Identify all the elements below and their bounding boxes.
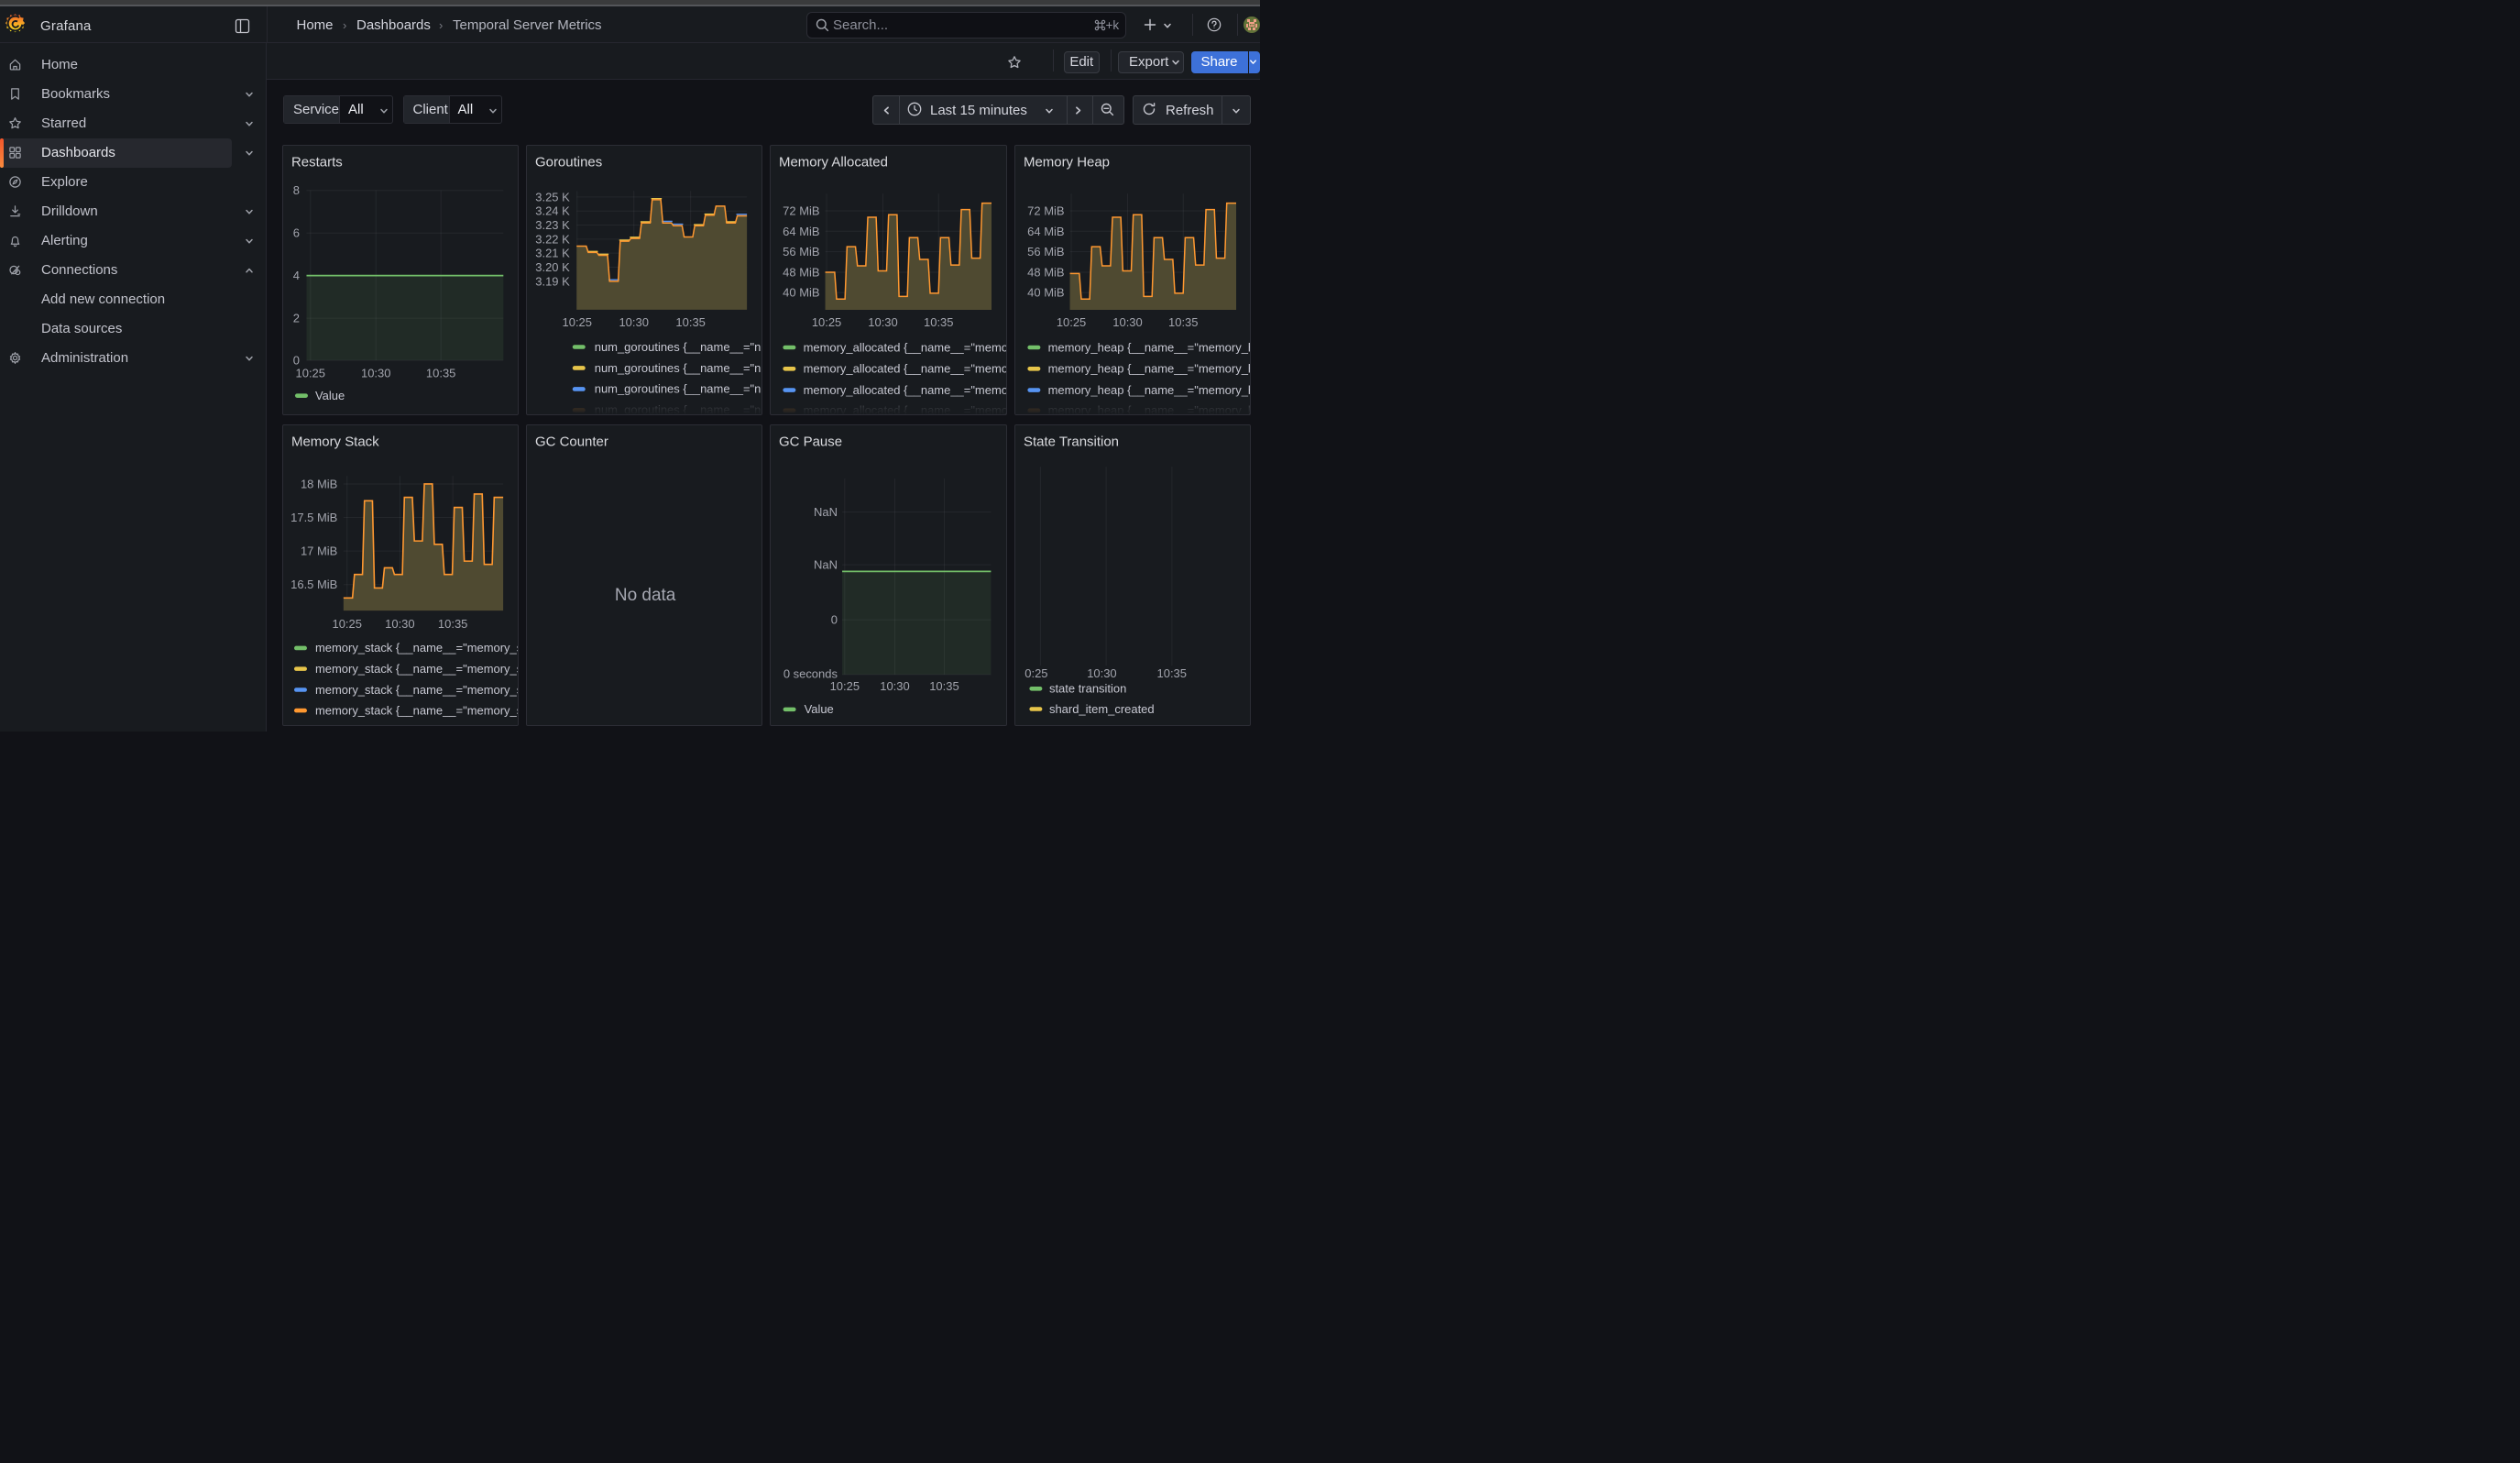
svg-text:64 MiB: 64 MiB	[1027, 225, 1064, 238]
svg-text:8: 8	[293, 183, 300, 197]
svg-text:3.23 K: 3.23 K	[535, 218, 570, 232]
svg-text:memory_allocated {__name__="me: memory_allocated {__name__="memo	[804, 362, 1007, 376]
svg-text:10:25: 10:25	[830, 679, 860, 693]
svg-text:56 MiB: 56 MiB	[783, 245, 820, 258]
svg-text:10:30: 10:30	[619, 315, 649, 329]
svg-text:10:35: 10:35	[426, 367, 455, 380]
svg-text:64 MiB: 64 MiB	[783, 225, 820, 238]
svg-text:4: 4	[293, 269, 300, 282]
svg-text:2: 2	[293, 312, 300, 325]
svg-text:3.19 K: 3.19 K	[535, 275, 570, 289]
svg-text:10:25: 10:25	[296, 367, 325, 380]
svg-text:No data: No data	[615, 586, 676, 605]
svg-text:10:35: 10:35	[1168, 315, 1198, 329]
svg-text:72 MiB: 72 MiB	[1027, 204, 1064, 218]
svg-text:40 MiB: 40 MiB	[1027, 286, 1064, 300]
svg-text:10:30: 10:30	[361, 367, 390, 380]
svg-text:6: 6	[293, 226, 300, 240]
svg-text:3.20 K: 3.20 K	[535, 260, 570, 274]
svg-text:10:25: 10:25	[333, 617, 362, 631]
svg-text:17.5 MiB: 17.5 MiB	[290, 511, 337, 524]
svg-text:Memory Allocated: Memory Allocated	[779, 155, 888, 170]
svg-text:72 MiB: 72 MiB	[783, 204, 820, 218]
svg-text:NaN: NaN	[814, 505, 838, 519]
svg-text:memory_stack {__name__="memory: memory_stack {__name__="memory_s	[315, 662, 519, 676]
svg-text:10:30: 10:30	[881, 679, 910, 693]
svg-text:0: 0	[293, 354, 300, 368]
svg-text:GC Pause: GC Pause	[779, 434, 842, 450]
svg-text:Memory Stack: Memory Stack	[291, 434, 379, 450]
svg-text:10:35: 10:35	[930, 679, 959, 693]
svg-text:10:25: 10:25	[1056, 315, 1085, 329]
svg-text:3.24 K: 3.24 K	[535, 204, 570, 218]
svg-text:shard_item_created: shard_item_created	[1049, 702, 1155, 716]
svg-text:Value: Value	[315, 389, 345, 402]
svg-text:10:35: 10:35	[676, 315, 706, 329]
svg-text:3.22 K: 3.22 K	[535, 233, 570, 247]
svg-text:num_goroutines {__name__="num_: num_goroutines {__name__="num_go	[595, 361, 762, 375]
svg-text:16.5 MiB: 16.5 MiB	[290, 578, 337, 591]
svg-text:10:30: 10:30	[869, 315, 898, 329]
svg-text:17 MiB: 17 MiB	[301, 544, 337, 558]
svg-text:memory_allocated {__name__="me: memory_allocated {__name__="memo	[804, 340, 1007, 354]
svg-text:10:30: 10:30	[1112, 315, 1142, 329]
svg-text:Restarts: Restarts	[291, 155, 343, 170]
svg-text:memory_heap {__name__="memory_: memory_heap {__name__="memory_h	[1047, 340, 1251, 354]
svg-text:num_goroutines {__name__="num_: num_goroutines {__name__="num_go	[595, 340, 762, 354]
svg-text:Memory Heap: Memory Heap	[1024, 155, 1110, 170]
svg-text:memory_stack {__name__="memory: memory_stack {__name__="memory_s	[315, 704, 519, 718]
svg-text:Goroutines: Goroutines	[535, 155, 602, 170]
svg-text:10:35: 10:35	[438, 617, 467, 631]
svg-text:memory_stack {__name__="memory: memory_stack {__name__="memory_s	[315, 683, 519, 697]
svg-text:state transition: state transition	[1049, 682, 1126, 696]
svg-text:40 MiB: 40 MiB	[783, 286, 820, 300]
svg-text:Value: Value	[805, 702, 834, 716]
svg-text:10:25: 10:25	[812, 315, 841, 329]
svg-text:3.21 K: 3.21 K	[535, 247, 570, 260]
svg-text:0:25: 0:25	[1024, 666, 1047, 680]
svg-text:memory_stack {__name__="memory: memory_stack {__name__="memory_s	[315, 641, 519, 654]
svg-text:48 MiB: 48 MiB	[1027, 266, 1064, 280]
svg-text:memory_heap {__name__="memory_: memory_heap {__name__="memory_h	[1047, 362, 1251, 376]
svg-text:48 MiB: 48 MiB	[783, 266, 820, 280]
svg-text:10:30: 10:30	[385, 617, 414, 631]
svg-text:10:30: 10:30	[1087, 666, 1116, 680]
svg-text:NaN: NaN	[814, 558, 838, 572]
svg-text:10:25: 10:25	[563, 315, 592, 329]
svg-text:56 MiB: 56 MiB	[1027, 245, 1064, 258]
svg-text:18 MiB: 18 MiB	[301, 478, 337, 491]
svg-text:State Transition: State Transition	[1024, 434, 1119, 450]
svg-text:10:35: 10:35	[1156, 666, 1186, 680]
svg-text:3.25 K: 3.25 K	[535, 191, 570, 204]
svg-text:GC Counter: GC Counter	[535, 434, 608, 450]
svg-text:10:35: 10:35	[924, 315, 953, 329]
svg-text:0: 0	[831, 613, 838, 627]
